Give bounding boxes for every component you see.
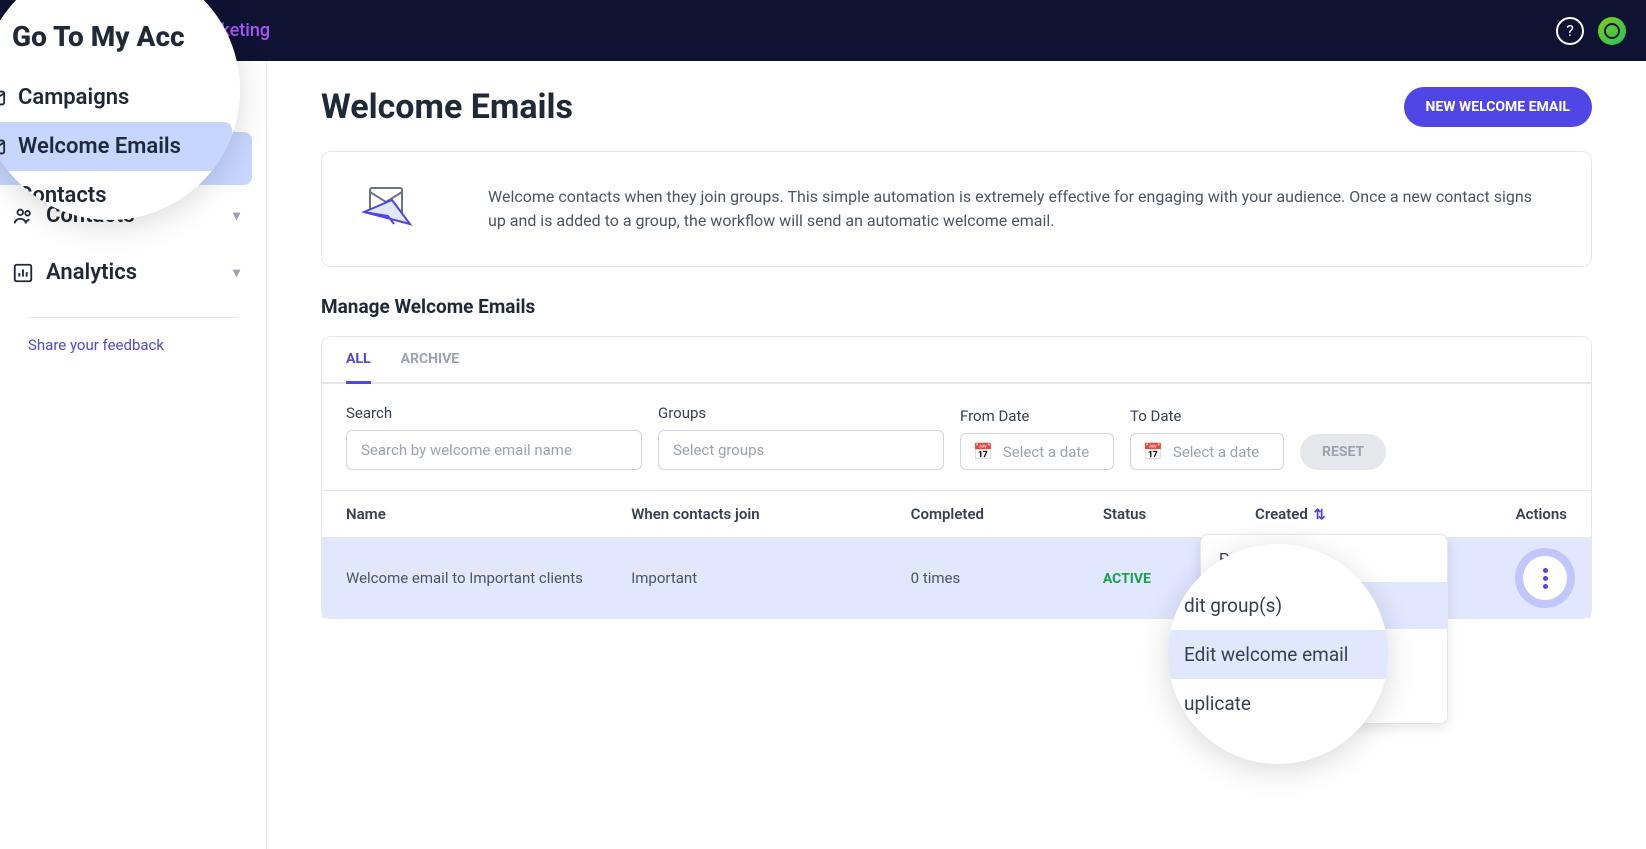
share-feedback-link[interactable]: Share your feedback xyxy=(0,336,266,354)
date-placeholder: Select a date xyxy=(1003,443,1089,461)
page-title: Welcome Emails xyxy=(321,87,573,127)
to-date-input[interactable]: 📅 Select a date xyxy=(1130,433,1284,470)
top-bar: il Marketing ? xyxy=(0,0,1646,61)
magnifier-dropdown-zoom: dit group(s) Edit welcome email uplicate xyxy=(1168,544,1388,764)
tab-archive[interactable]: ARCHIVE xyxy=(401,337,460,384)
help-icon[interactable]: ? xyxy=(1556,17,1584,45)
col-actions: Actions xyxy=(1434,491,1591,538)
go-to-account-row[interactable]: ← Go To My Acc xyxy=(0,20,240,73)
vertical-dots-icon xyxy=(1543,568,1548,589)
chevron-down-icon: ▾ xyxy=(233,208,240,224)
chevron-down-icon: ▾ xyxy=(233,265,240,281)
col-status[interactable]: Status xyxy=(1079,491,1231,538)
chart-icon xyxy=(12,262,34,284)
row-actions-button[interactable] xyxy=(1523,556,1567,600)
mag-item-campaigns[interactable]: Campaigns xyxy=(0,73,240,122)
search-input[interactable] xyxy=(346,430,642,470)
info-card: Welcome contacts when they join groups. … xyxy=(321,151,1592,267)
mag-dropdown-edit-groups[interactable]: dit group(s) xyxy=(1168,581,1388,630)
main-content: Welcome Emails NEW WELCOME EMAIL Welcome… xyxy=(267,61,1646,849)
date-placeholder: Select a date xyxy=(1173,443,1259,461)
go-to-account-label: Go To My Acc xyxy=(12,20,185,53)
status-badge: ACTIVE xyxy=(1103,571,1151,587)
groups-label: Groups xyxy=(658,404,944,422)
col-created[interactable]: Created⇅ xyxy=(1231,491,1434,538)
tabs: ALL ARCHIVE xyxy=(322,337,1591,384)
reset-button[interactable]: RESET xyxy=(1300,434,1386,470)
envelope-check-icon xyxy=(0,136,6,158)
calendar-icon: 📅 xyxy=(973,442,993,461)
cell-when: Important xyxy=(607,538,886,619)
avatar-icon[interactable] xyxy=(1598,17,1626,45)
new-welcome-email-button[interactable]: NEW WELCOME EMAIL xyxy=(1404,87,1593,127)
col-completed[interactable]: Completed xyxy=(887,491,1079,538)
section-title: Manage Welcome Emails xyxy=(321,295,1592,318)
from-date-label: From Date xyxy=(960,407,1114,425)
info-text: Welcome contacts when they join groups. … xyxy=(488,185,1551,233)
col-when[interactable]: When contacts join xyxy=(607,491,886,538)
tab-all[interactable]: ALL xyxy=(346,337,371,384)
cell-name: Welcome email to Important clients xyxy=(322,538,607,619)
from-date-input[interactable]: 📅 Select a date xyxy=(960,433,1114,470)
filters-row: Search Groups From Date 📅 Select a date … xyxy=(321,384,1592,490)
col-name[interactable]: Name xyxy=(322,491,607,538)
sort-icon: ⇅ xyxy=(1314,507,1326,523)
mag-dropdown-duplicate[interactable]: uplicate xyxy=(1168,679,1388,728)
groups-select[interactable] xyxy=(658,430,944,470)
search-label: Search xyxy=(346,404,642,422)
cell-actions xyxy=(1434,538,1591,619)
sidebar-item-label: Analytics xyxy=(46,260,137,285)
cell-completed: 0 times xyxy=(887,538,1079,619)
back-arrow-icon: ← xyxy=(0,26,2,47)
mag-dropdown-edit-email[interactable]: Edit welcome email xyxy=(1168,630,1388,679)
welcome-email-illustration-icon xyxy=(362,182,418,236)
sidebar-item-analytics[interactable]: Analytics ▾ xyxy=(0,246,252,299)
divider xyxy=(28,317,238,318)
to-date-label: To Date xyxy=(1130,407,1284,425)
people-icon xyxy=(12,205,34,227)
calendar-icon: 📅 xyxy=(1143,442,1163,461)
envelope-icon xyxy=(0,87,6,109)
mag-item-welcome-emails[interactable]: Welcome Emails xyxy=(0,122,232,171)
